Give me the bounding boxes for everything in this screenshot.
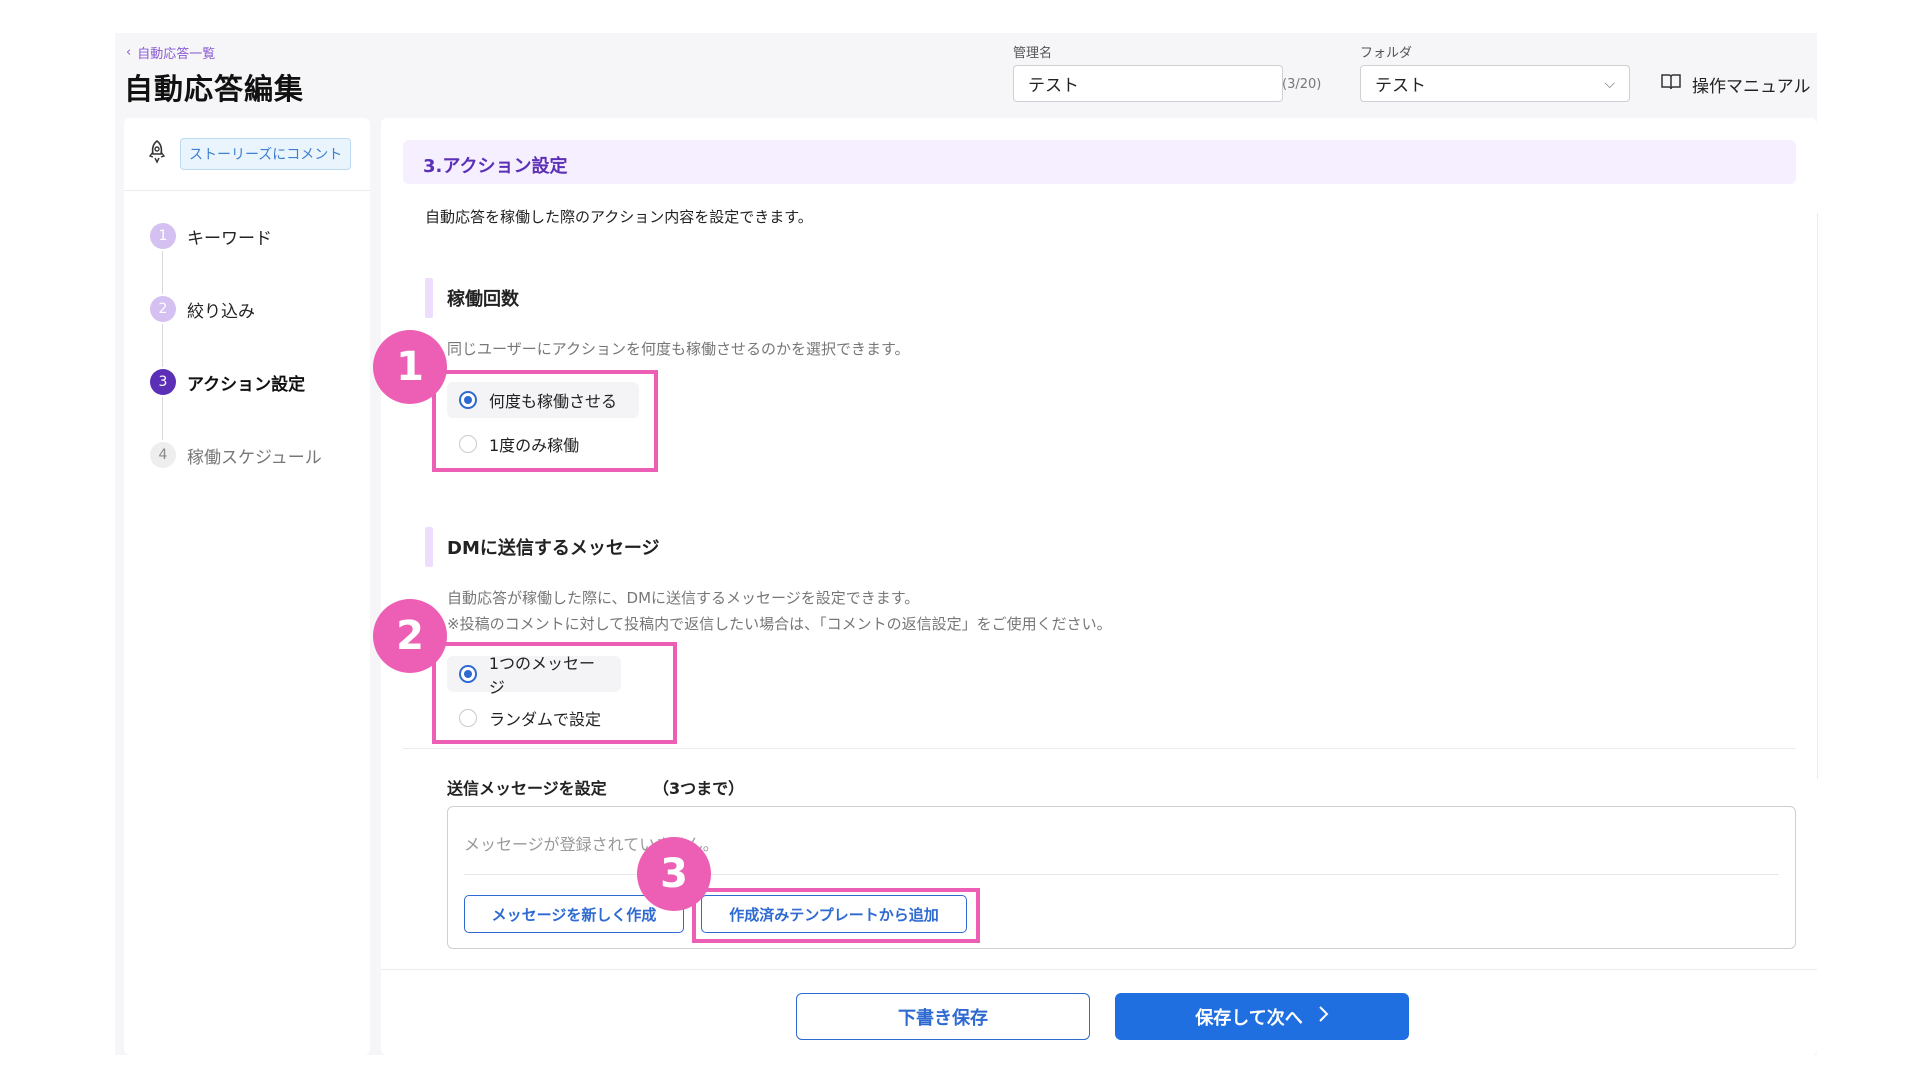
annotation-box-3 — [692, 888, 980, 943]
accent-bar — [425, 527, 433, 567]
panel-divider — [1817, 213, 1818, 779]
folder-select-value: テスト — [1375, 76, 1426, 96]
step-label: 絞り込み — [187, 301, 255, 322]
step-connector — [162, 397, 163, 440]
frequency-title-text: 稼働回数 — [447, 289, 519, 310]
step-item-schedule[interactable]: 4 稼働スケジュール — [150, 440, 322, 470]
accent-bar — [425, 278, 433, 318]
back-link-label: 自動応答一覧 — [137, 47, 216, 62]
main-panel: 3.アクション設定 自動応答を稼働した際のアクション内容を設定できます。 稼働回… — [381, 118, 1818, 1055]
back-to-list-link[interactable]: ‹ 自動応答一覧 — [126, 43, 215, 62]
annotation-box-2 — [432, 642, 677, 744]
step-connector — [162, 251, 163, 294]
manual-label: 操作マニュアル — [1692, 77, 1811, 97]
dm-title: DMに送信するメッセージ — [425, 527, 660, 567]
trigger-badge: ストーリーズにコメント — [180, 138, 352, 170]
frequency-help: 同じユーザーにアクションを何度も稼働させるのかを選択できます。 — [447, 340, 910, 358]
section-divider — [403, 748, 1796, 749]
step-item-action-settings[interactable]: 3 アクション設定 — [150, 367, 322, 440]
page-title: 自動応答編集 — [124, 72, 305, 106]
name-input-value: テスト — [1028, 76, 1079, 96]
step-number: 2 — [150, 296, 176, 322]
section-title: 3.アクション設定 — [423, 156, 568, 177]
name-char-counter: (3/20) — [1282, 77, 1322, 92]
sidebar-divider — [124, 190, 370, 191]
steps-sidebar: ストーリーズにコメント 1 キーワード 2 絞り込み 3 アクション設定 4 稼… — [124, 118, 370, 1055]
chevron-down-icon: ⌵ — [1604, 75, 1615, 92]
footer-divider — [381, 969, 1817, 970]
save-and-next-button[interactable]: 保存して次へ — [1115, 993, 1409, 1040]
annotation-badge-3: 3 — [637, 837, 711, 911]
book-icon — [1660, 73, 1682, 96]
dm-help-2: ※投稿のコメントに対して投稿内で返信したい場合は、「コメントの返信設定」をご使用… — [447, 615, 1112, 633]
message-setting-label: 送信メッセージを設定 — [447, 779, 607, 798]
dm-title-text: DMに送信するメッセージ — [447, 538, 660, 559]
step-label: アクション設定 — [187, 374, 306, 395]
annotation-box-1 — [432, 370, 658, 472]
step-item-filter[interactable]: 2 絞り込み — [150, 294, 322, 367]
annotation-badge-1: 1 — [373, 330, 447, 404]
step-label: 稼働スケジュール — [187, 447, 322, 468]
name-field-label: 管理名 — [1013, 46, 1053, 61]
name-input[interactable]: テスト — [1013, 65, 1283, 102]
operation-manual-button[interactable]: 操作マニュアル — [1660, 72, 1811, 97]
dm-help-1: 自動応答が稼働した際に、DMに送信するメッセージを設定できます。 — [447, 589, 920, 607]
section-header: 3.アクション設定 — [403, 140, 1796, 184]
step-number: 4 — [150, 442, 176, 468]
folder-field-label: フォルダ — [1360, 46, 1413, 61]
save-next-label: 保存して次へ — [1195, 1007, 1303, 1029]
step-label: キーワード — [187, 228, 272, 249]
save-draft-button[interactable]: 下書き保存 — [796, 993, 1090, 1040]
frequency-title: 稼働回数 — [425, 278, 519, 318]
annotation-badge-2: 2 — [373, 599, 447, 673]
step-connector — [162, 324, 163, 367]
step-list: 1 キーワード 2 絞り込み 3 アクション設定 4 稼働スケジュール — [150, 221, 322, 513]
step-number: 3 — [150, 369, 176, 395]
rocket-icon — [146, 139, 168, 169]
chevron-right-icon — [1317, 1005, 1329, 1028]
chevron-left-icon: ‹ — [126, 45, 132, 60]
section-description: 自動応答を稼働した際のアクション内容を設定できます。 — [425, 208, 813, 226]
message-limit-label: （3つまで） — [653, 779, 745, 798]
step-number: 1 — [150, 223, 176, 249]
folder-select[interactable]: テスト ⌵ — [1360, 65, 1630, 102]
trigger-type: ストーリーズにコメント — [146, 138, 352, 170]
step-item-keyword[interactable]: 1 キーワード — [150, 221, 322, 294]
